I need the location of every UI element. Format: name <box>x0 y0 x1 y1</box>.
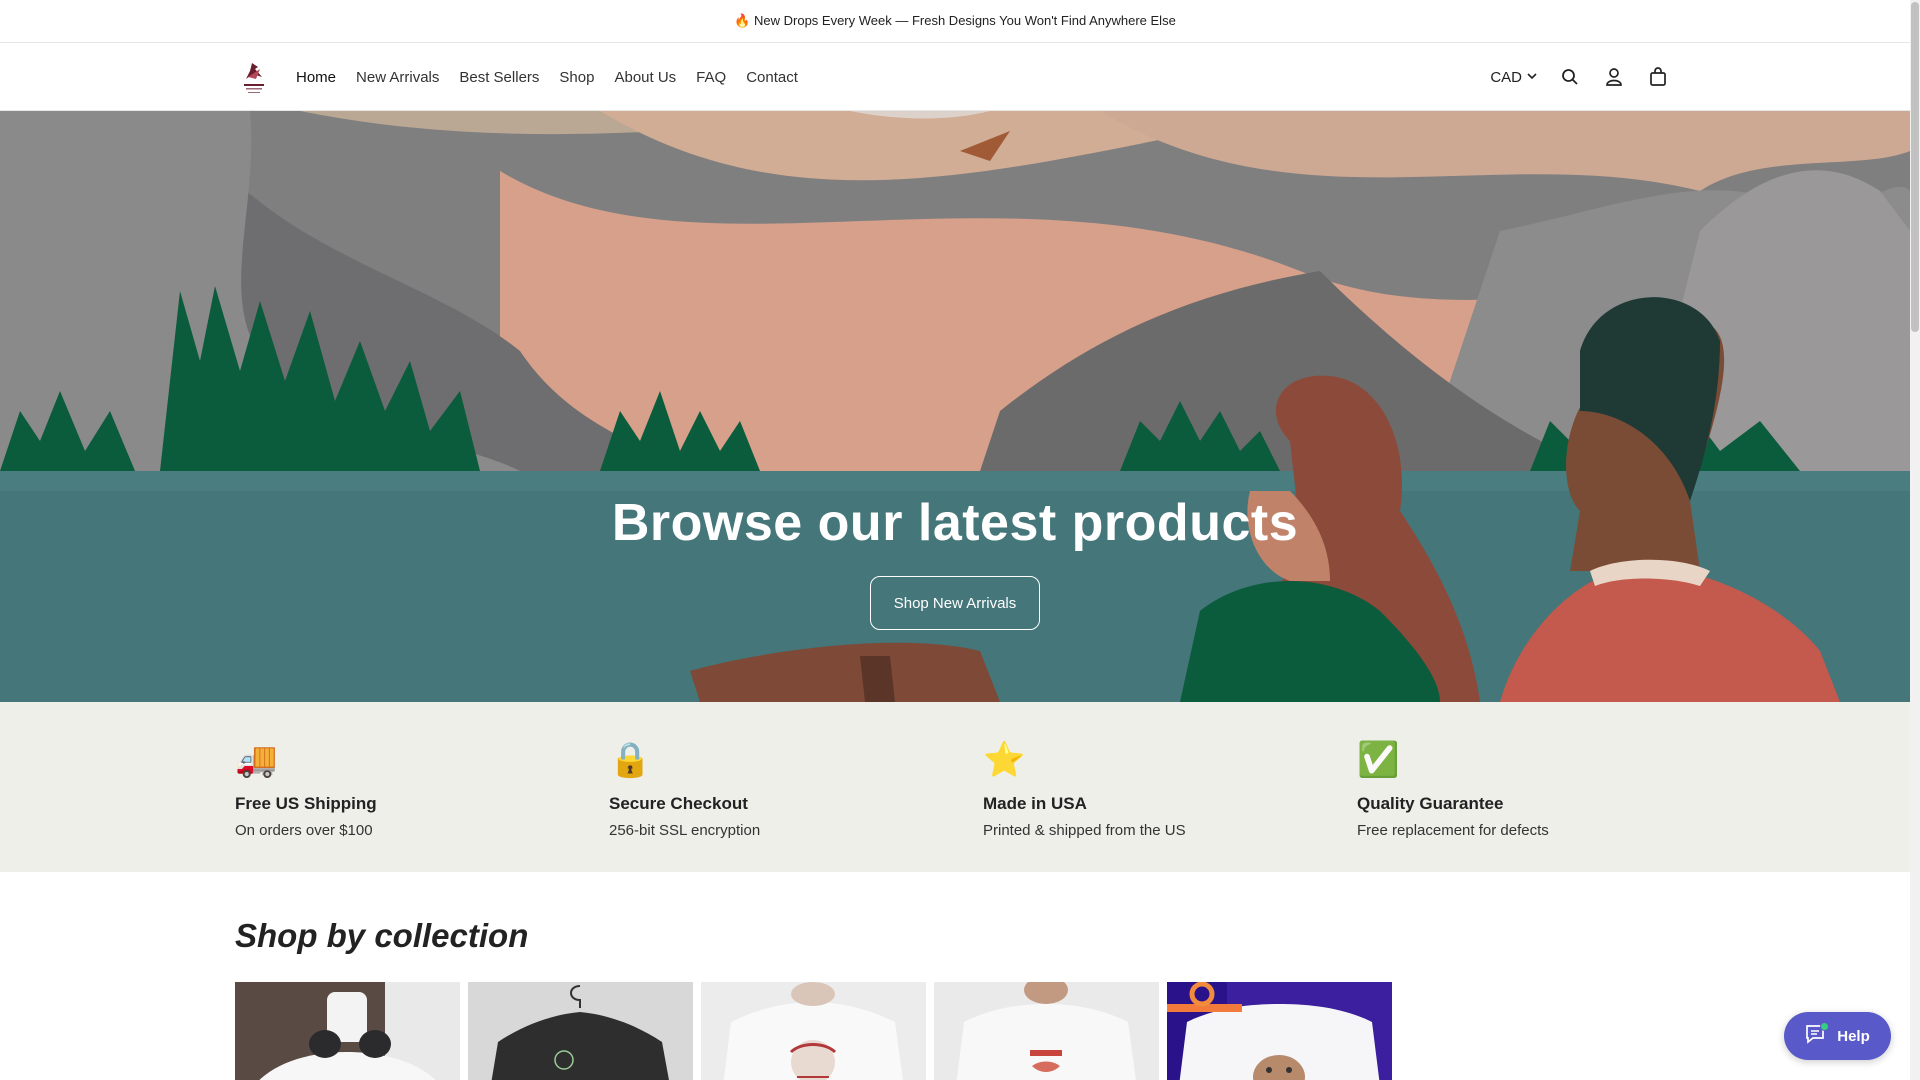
feature-secure-checkout: 🔒 Secure Checkout 256-bit SSL encryption <box>609 740 929 839</box>
feature-quality-guarantee: ✅ Quality Guarantee Free replacement for… <box>1357 740 1677 839</box>
collection-card[interactable] <box>468 982 693 1080</box>
truck-icon: 🚚 <box>235 741 278 779</box>
nav-faq[interactable]: FAQ <box>696 69 726 86</box>
store-logo[interactable] <box>238 57 270 97</box>
feature-made-in-usa: ⭐ Made in USA Printed & shipped from the… <box>983 740 1303 839</box>
collection-card[interactable] <box>934 982 1159 1080</box>
collection-image <box>235 982 460 1080</box>
nav-about-us[interactable]: About Us <box>614 69 676 86</box>
feature-desc: Printed & shipped from the US <box>983 822 1186 839</box>
help-label: Help <box>1837 1027 1870 1045</box>
collection-image <box>934 982 1159 1080</box>
help-chat-button[interactable]: Help <box>1784 1012 1891 1060</box>
header-actions: CAD <box>1490 43 1670 111</box>
nav-contact[interactable]: Contact <box>746 69 798 86</box>
search-icon[interactable] <box>1558 65 1582 89</box>
star-icon: ⭐ <box>983 741 1026 779</box>
feature-title: Secure Checkout <box>609 794 748 813</box>
main-nav: Home New Arrivals Best Sellers Shop Abou… <box>296 43 798 111</box>
collection-image <box>701 982 926 1080</box>
site-header: Home New Arrivals Best Sellers Shop Abou… <box>0 43 1910 111</box>
collection-card[interactable] <box>1167 982 1392 1080</box>
nav-new-arrivals[interactable]: New Arrivals <box>356 69 439 86</box>
collections-row <box>235 982 1392 1080</box>
features-strip: 🚚 Free US Shipping On orders over $100 🔒… <box>0 702 1910 872</box>
checkmark-icon: ✅ <box>1357 741 1400 779</box>
collection-image <box>468 982 693 1080</box>
nav-shop[interactable]: Shop <box>559 69 594 86</box>
nav-home[interactable]: Home <box>296 69 336 86</box>
shop-new-arrivals-button[interactable]: Shop New Arrivals <box>870 576 1040 630</box>
feature-title: Quality Guarantee <box>1357 794 1504 813</box>
feature-desc: On orders over $100 <box>235 822 373 839</box>
nav-best-sellers[interactable]: Best Sellers <box>459 69 539 86</box>
collections-title: Shop by collection <box>235 917 529 954</box>
scrollbar-thumb[interactable] <box>1911 2 1919 332</box>
hero-banner: Browse our latest products Shop New Arri… <box>0 111 1910 702</box>
online-status-dot <box>1820 1022 1829 1031</box>
hero-title: Browse our latest products <box>611 494 1299 552</box>
collection-card[interactable] <box>235 982 460 1080</box>
chevron-down-icon <box>1526 69 1538 86</box>
currency-selector[interactable]: CAD <box>1490 69 1538 86</box>
collection-image <box>1167 982 1392 1080</box>
account-icon[interactable] <box>1602 65 1626 89</box>
lock-icon: 🔒 <box>609 741 652 779</box>
cart-icon[interactable] <box>1646 65 1670 89</box>
feature-desc: Free replacement for defects <box>1357 822 1549 839</box>
page-scrollbar[interactable] <box>1910 0 1920 1080</box>
feature-desc: 256-bit SSL encryption <box>609 822 761 839</box>
announcement-text: 🔥 New Drops Every Week — Fresh Designs Y… <box>734 13 1176 28</box>
feature-shipping: 🚚 Free US Shipping On orders over $100 <box>235 740 555 839</box>
collection-card[interactable] <box>701 982 926 1080</box>
currency-label: CAD <box>1490 68 1522 86</box>
feature-title: Made in USA <box>983 794 1087 813</box>
announcement-bar: 🔥 New Drops Every Week — Fresh Designs Y… <box>0 0 1910 43</box>
feature-title: Free US Shipping <box>235 794 377 813</box>
